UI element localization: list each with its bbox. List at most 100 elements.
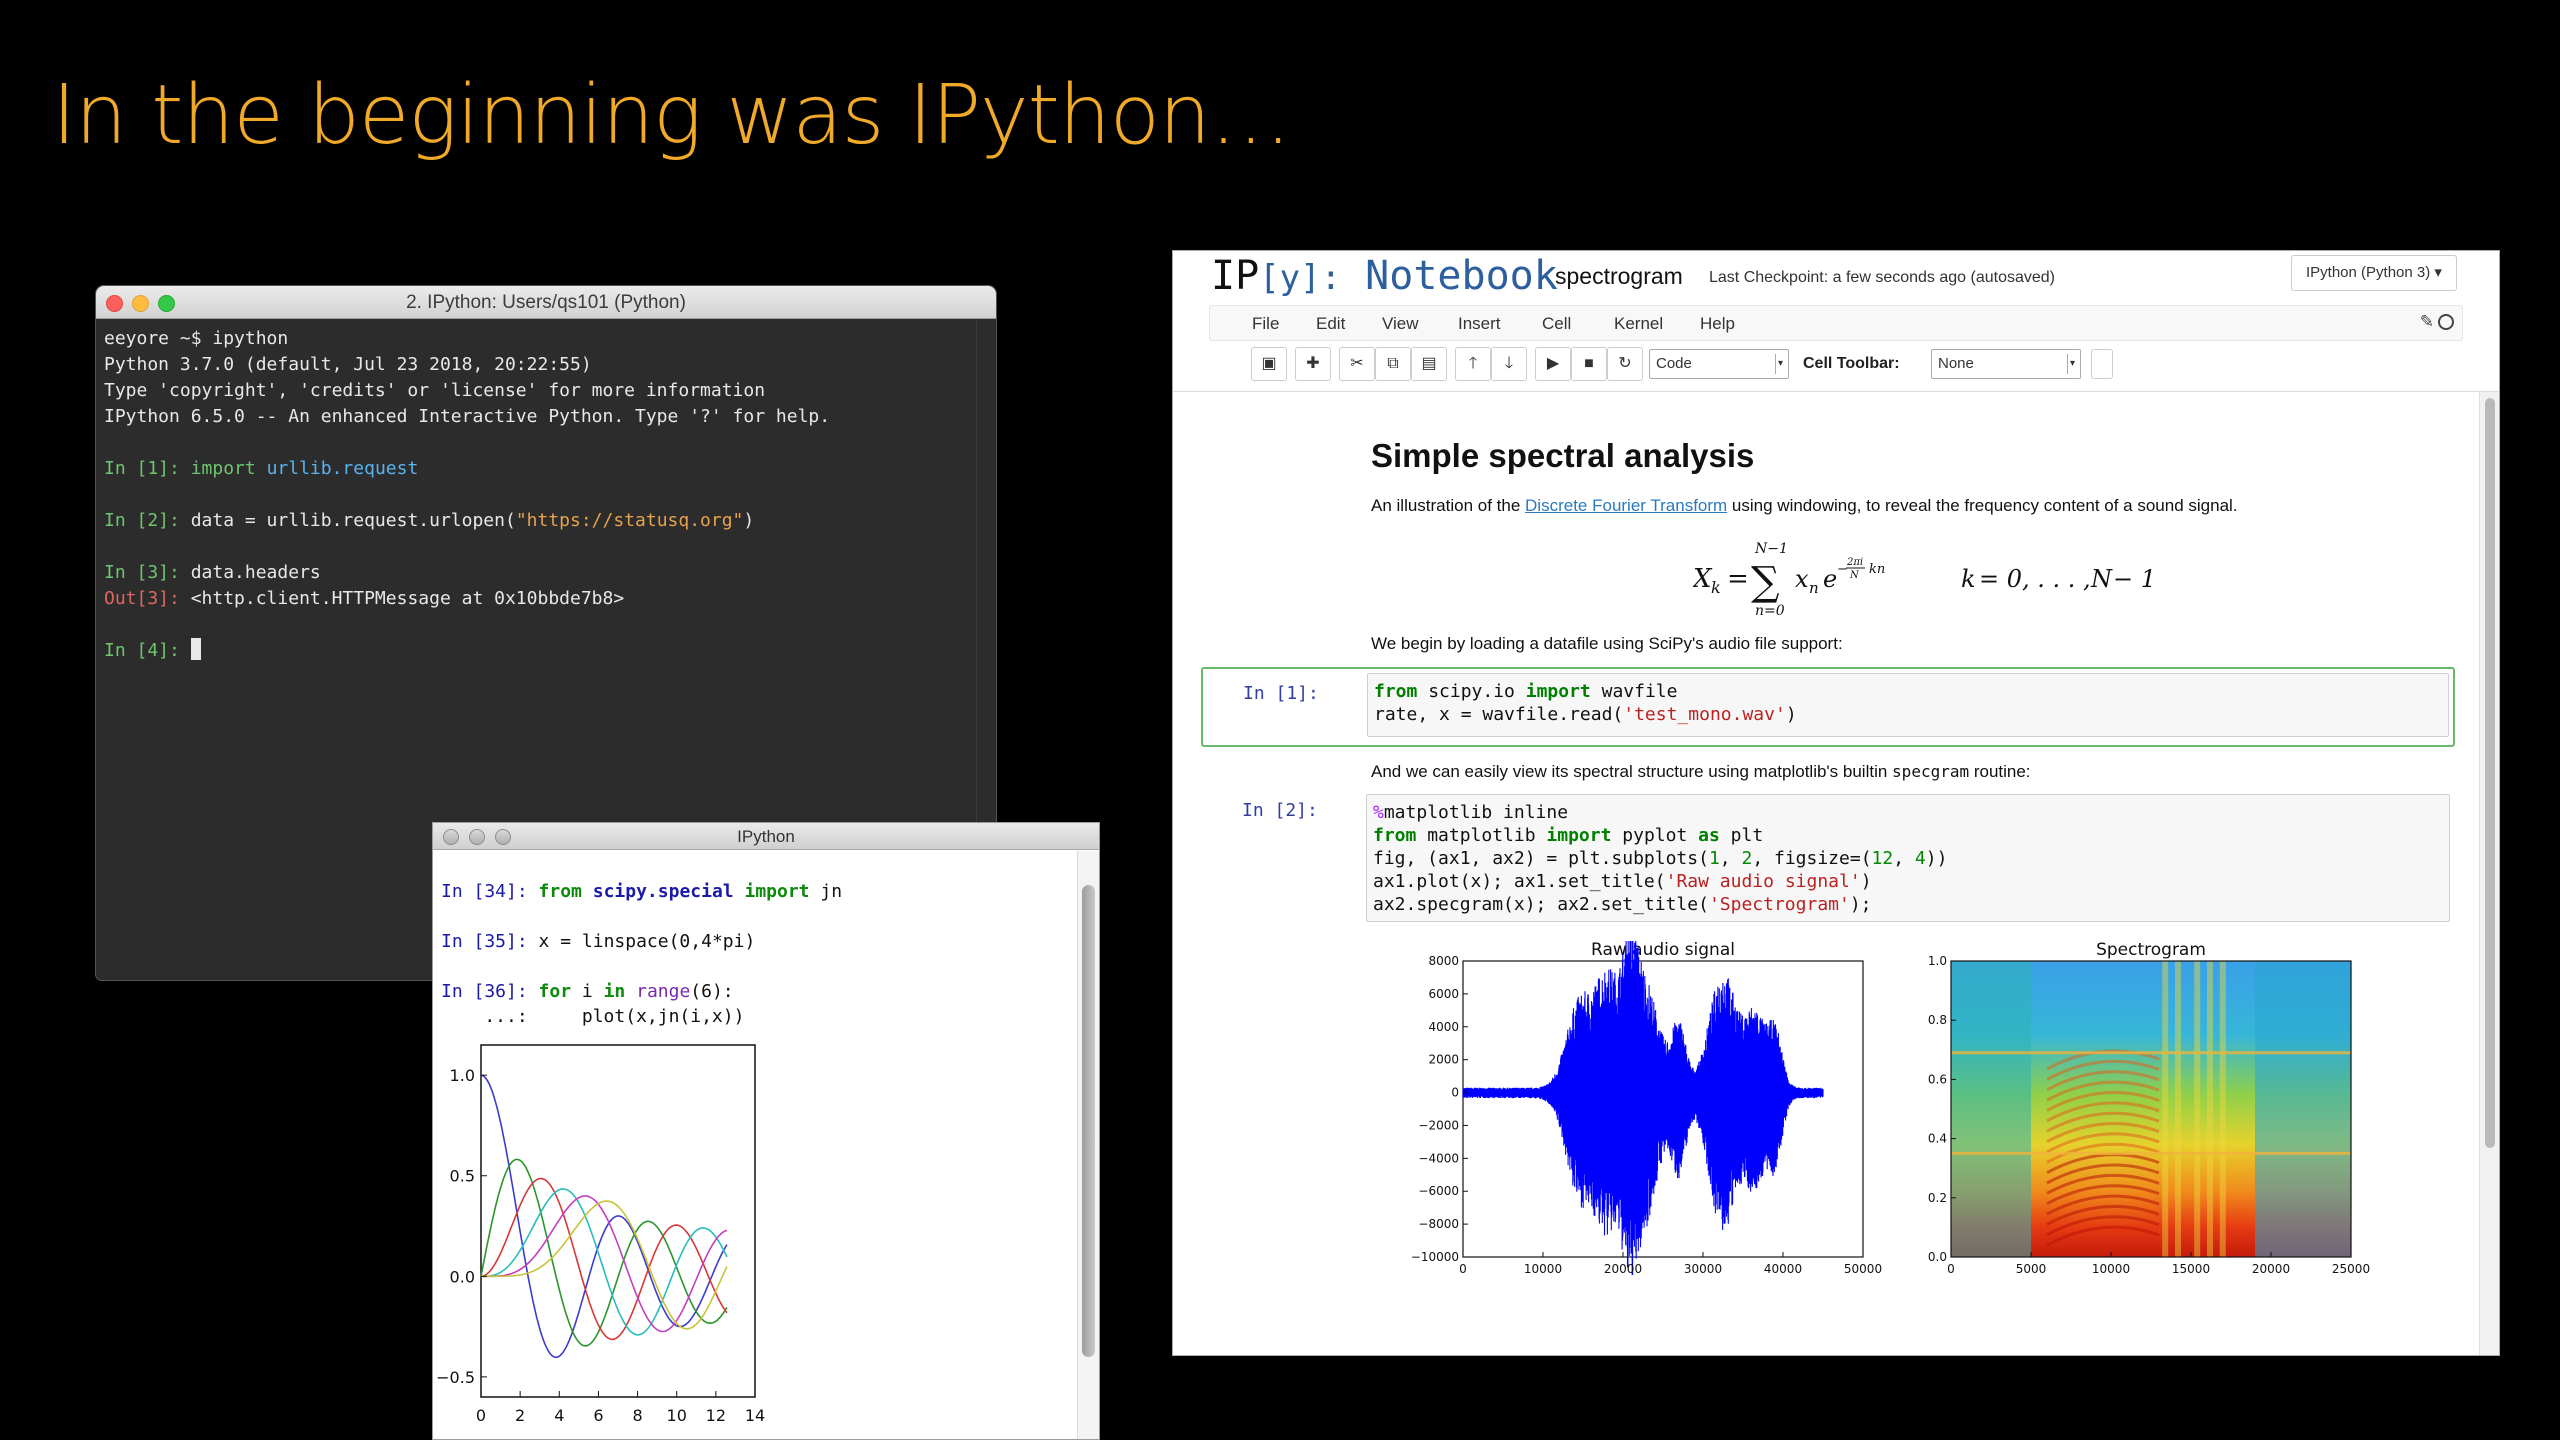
notebook-scrollbar[interactable] <box>2479 392 2499 1355</box>
x-tick-label: 10 <box>667 1406 687 1425</box>
restart-button[interactable]: ↻ <box>1607 347 1643 381</box>
svg-text:2πi: 2πi <box>1846 557 1863 568</box>
notebook-name[interactable]: spectrogram <box>1555 263 1683 290</box>
y-tick-label: 4000 <box>1428 1020 1459 1034</box>
copy-button[interactable]: ⧉ <box>1375 347 1411 381</box>
notebook-window[interactable]: IP[y]: Notebook spectrogram Last Checkpo… <box>1172 250 2500 1356</box>
qtconsole-titlebar[interactable]: IPython <box>433 823 1099 850</box>
dft-link[interactable]: Discrete Fourier Transform <box>1525 496 1727 515</box>
code: scipy.io <box>1417 681 1526 702</box>
keyword: as <box>1698 825 1720 846</box>
interrupt-button[interactable]: ■ <box>1571 347 1607 381</box>
y-tick-label: 1.0 <box>1928 954 1947 968</box>
y-tick-label: 0.8 <box>1928 1013 1947 1027</box>
input-prompt: In [4]: <box>104 640 191 661</box>
x-tick-label: 15000 <box>2172 1262 2210 1275</box>
code-cell-2[interactable]: In [2]: %matplotlib inline from matplotl… <box>1201 794 2455 937</box>
x-tick-label: 30000 <box>1684 1262 1722 1275</box>
x-tick-label: 2 <box>515 1406 525 1425</box>
paste-icon: ▤ <box>1421 355 1437 372</box>
x-tick-label: 12 <box>706 1406 726 1425</box>
x-tick-label: 0 <box>476 1406 486 1425</box>
menu-file[interactable]: File <box>1252 314 1279 334</box>
x-tick-label: 8 <box>632 1406 642 1425</box>
keyword: import <box>744 881 810 902</box>
keyword: import <box>190 458 256 479</box>
module-name: scipy.special <box>592 881 734 902</box>
menu-kernel[interactable]: Kernel <box>1614 314 1663 334</box>
save-button[interactable]: ▣ <box>1251 347 1287 381</box>
x-tick-label: 6 <box>593 1406 603 1425</box>
kernel-selector[interactable]: IPython (Python 3) ▾ <box>2291 255 2457 291</box>
copy-icon: ⧉ <box>1387 355 1399 372</box>
qtconsole-scrollbar[interactable] <box>1077 851 1099 1439</box>
paste-button[interactable]: ▤ <box>1411 347 1447 381</box>
slide-title: In the beginning was IPython… <box>52 68 1292 163</box>
code: ) <box>1860 871 1872 892</box>
x-tick-label: 4 <box>554 1406 564 1425</box>
text: using windowing, to reveal the frequency… <box>1727 496 2238 515</box>
menu-view[interactable]: View <box>1382 314 1419 334</box>
text-cursor <box>190 638 201 660</box>
code: jn <box>820 881 843 902</box>
menu-insert[interactable]: Insert <box>1458 314 1501 334</box>
svg-text:n: n <box>1809 579 1819 597</box>
insert-cell-button[interactable]: ✚ <box>1295 347 1331 381</box>
cell-toolbar-select[interactable]: None ▾ <box>1931 349 2081 379</box>
x-tick-label: 0 <box>1459 1262 1467 1275</box>
code: fig, (ax1, ax2) = plt.subplots( <box>1373 848 1709 869</box>
cell-prompt: In [1]: <box>1243 683 1319 704</box>
svg-text:∑: ∑ <box>1751 559 1780 605</box>
arrow-up-icon: 🡑 <box>1468 355 1478 372</box>
code: , figsize=( <box>1752 848 1872 869</box>
string-literal: "https://statusq.org" <box>515 510 744 531</box>
floppy-icon: ▣ <box>1261 355 1277 372</box>
qtconsole-window[interactable]: IPython In [34]: from scipy.special impo… <box>432 822 1100 1440</box>
refresh-icon: ↻ <box>1618 355 1632 372</box>
menu-help[interactable]: Help <box>1700 314 1735 334</box>
scrollbar-thumb[interactable] <box>1082 885 1095 1357</box>
input-prompt: In [2]: <box>104 510 191 531</box>
code: pyplot <box>1611 825 1699 846</box>
string-literal: 'test_mono.wav' <box>1623 704 1786 725</box>
code-editor[interactable]: %matplotlib inline from matplotlib impor… <box>1366 794 2450 922</box>
spectrogram-onset-band <box>2219 961 2226 1257</box>
svg-text:x: x <box>1795 565 1809 593</box>
x-tick-label: 25000 <box>2332 1262 2370 1275</box>
y-tick-label: −4000 <box>1418 1151 1459 1165</box>
code-cell-1[interactable]: In [1]: from scipy.io import wavfile rat… <box>1201 667 2455 747</box>
stop-icon: ■ <box>1584 355 1594 372</box>
menu-edit[interactable]: Edit <box>1316 314 1345 334</box>
pencil-icon[interactable]: ✎ <box>2420 312 2434 332</box>
x-tick-label: 20000 <box>2252 1262 2290 1275</box>
toolbar-extra-button[interactable] <box>2091 349 2113 379</box>
cut-button[interactable]: ✂ <box>1339 347 1375 381</box>
cell-type-select[interactable]: Code ▾ <box>1649 349 1789 379</box>
string-literal: 'Spectrogram' <box>1708 894 1850 915</box>
scrollbar-thumb[interactable] <box>2485 398 2495 1148</box>
play-icon: ▶ <box>1546 355 1560 372</box>
code-editor[interactable]: from scipy.io import wavfile rate, x = w… <box>1367 673 2449 737</box>
input-prompt: In [3]: <box>104 562 191 583</box>
qtconsole-output[interactable]: In [34]: from scipy.special import jn In… <box>441 879 842 1029</box>
menu-cell[interactable]: Cell <box>1542 314 1571 334</box>
code: data = urllib.request.urlopen( <box>190 510 516 531</box>
x-tick-label: 50000 <box>1844 1262 1882 1275</box>
dft-equation: X k = N−1 ∑ n=0 x n e − 2πi N kn k = 0, … <box>1691 537 2173 621</box>
code: ax1.plot(x); ax1.set_title( <box>1373 871 1666 892</box>
move-up-button[interactable]: 🡑 <box>1455 347 1491 381</box>
terminal-titlebar[interactable]: 2. IPython: Users/qs101 (Python) <box>96 286 996 319</box>
code: ) <box>743 510 755 531</box>
number-literal: 1 <box>1708 848 1720 869</box>
move-down-button[interactable]: 🡓 <box>1491 347 1527 381</box>
svg-text:X: X <box>1693 564 1713 594</box>
spectrogram-onset-band <box>2207 961 2213 1257</box>
ipython-notebook-logo[interactable]: IP[y]: Notebook <box>1211 253 1558 299</box>
shell-prompt: eeyore ~$ ipython <box>104 328 289 349</box>
x-tick-label: 0 <box>1947 1262 1955 1275</box>
run-button[interactable]: ▶ <box>1535 347 1571 381</box>
inline-code: specgram <box>1892 762 1970 781</box>
text: routine: <box>1969 762 2031 781</box>
input-prompt: In [36]: <box>441 981 539 1002</box>
svg-text:N: N <box>1849 570 1860 581</box>
